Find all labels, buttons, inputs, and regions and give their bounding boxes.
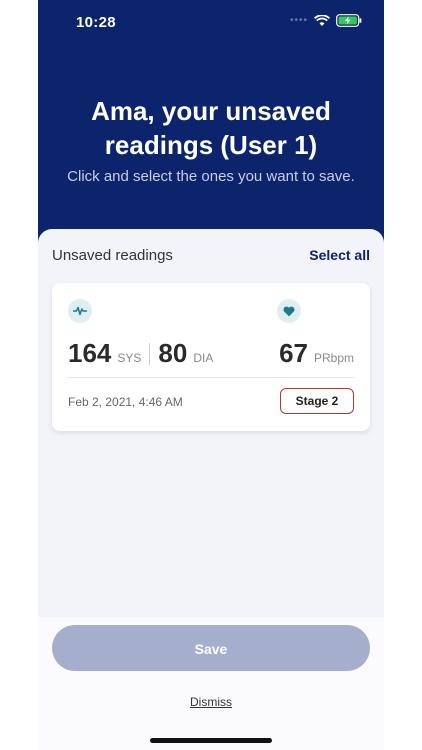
diastolic-value: 80 (158, 338, 188, 368)
blood-pressure-values: 164 SYS 80 DIA (68, 338, 213, 369)
page-title-line1: Ama, your unsaved (91, 96, 331, 126)
card-divider (68, 377, 354, 378)
heart-icon (277, 299, 301, 323)
status-time: 10:28 (76, 14, 116, 31)
wifi-icon (314, 14, 330, 26)
select-all-button[interactable]: Select all (309, 247, 370, 264)
footer: Save Dismiss (38, 617, 384, 750)
pulse-rate: 67 PRbpm (279, 338, 354, 369)
pulse-value: 67 (279, 338, 308, 368)
blood-pressure-icon (68, 299, 92, 323)
page-title-line2: readings (User 1) (104, 130, 318, 160)
home-indicator (150, 738, 272, 743)
reading-card[interactable]: 164 SYS 80 DIA 67 PRbpm Feb 2, 2021, 4:4… (52, 283, 370, 431)
systolic-unit: SYS (117, 351, 142, 365)
pulse-unit: PRbpm (313, 351, 354, 365)
app-screen: 10:28 •••• Ama, your unsaved readings (U… (38, 0, 384, 750)
signal-icon: •••• (289, 15, 308, 26)
systolic-value: 164 (68, 338, 112, 368)
sheet-title: Unsaved readings (52, 247, 173, 264)
diastolic-unit: DIA (193, 351, 214, 365)
reading-datetime: Feb 2, 2021, 4:46 AM (68, 395, 183, 409)
page-title: Ama, your unsaved readings (User 1) (38, 94, 384, 162)
page-subtitle: Click and select the ones you want to sa… (67, 168, 355, 185)
sheet-header: Unsaved readings Select all (52, 247, 370, 264)
dismiss-link[interactable]: Dismiss (38, 695, 384, 709)
save-button[interactable]: Save (52, 625, 370, 671)
status-icons: •••• (290, 14, 362, 27)
battery-charging-icon (336, 14, 362, 27)
header-panel: 10:28 •••• Ama, your unsaved readings (U… (38, 0, 384, 250)
stage-badge: Stage 2 (280, 388, 354, 414)
value-separator (149, 342, 151, 365)
